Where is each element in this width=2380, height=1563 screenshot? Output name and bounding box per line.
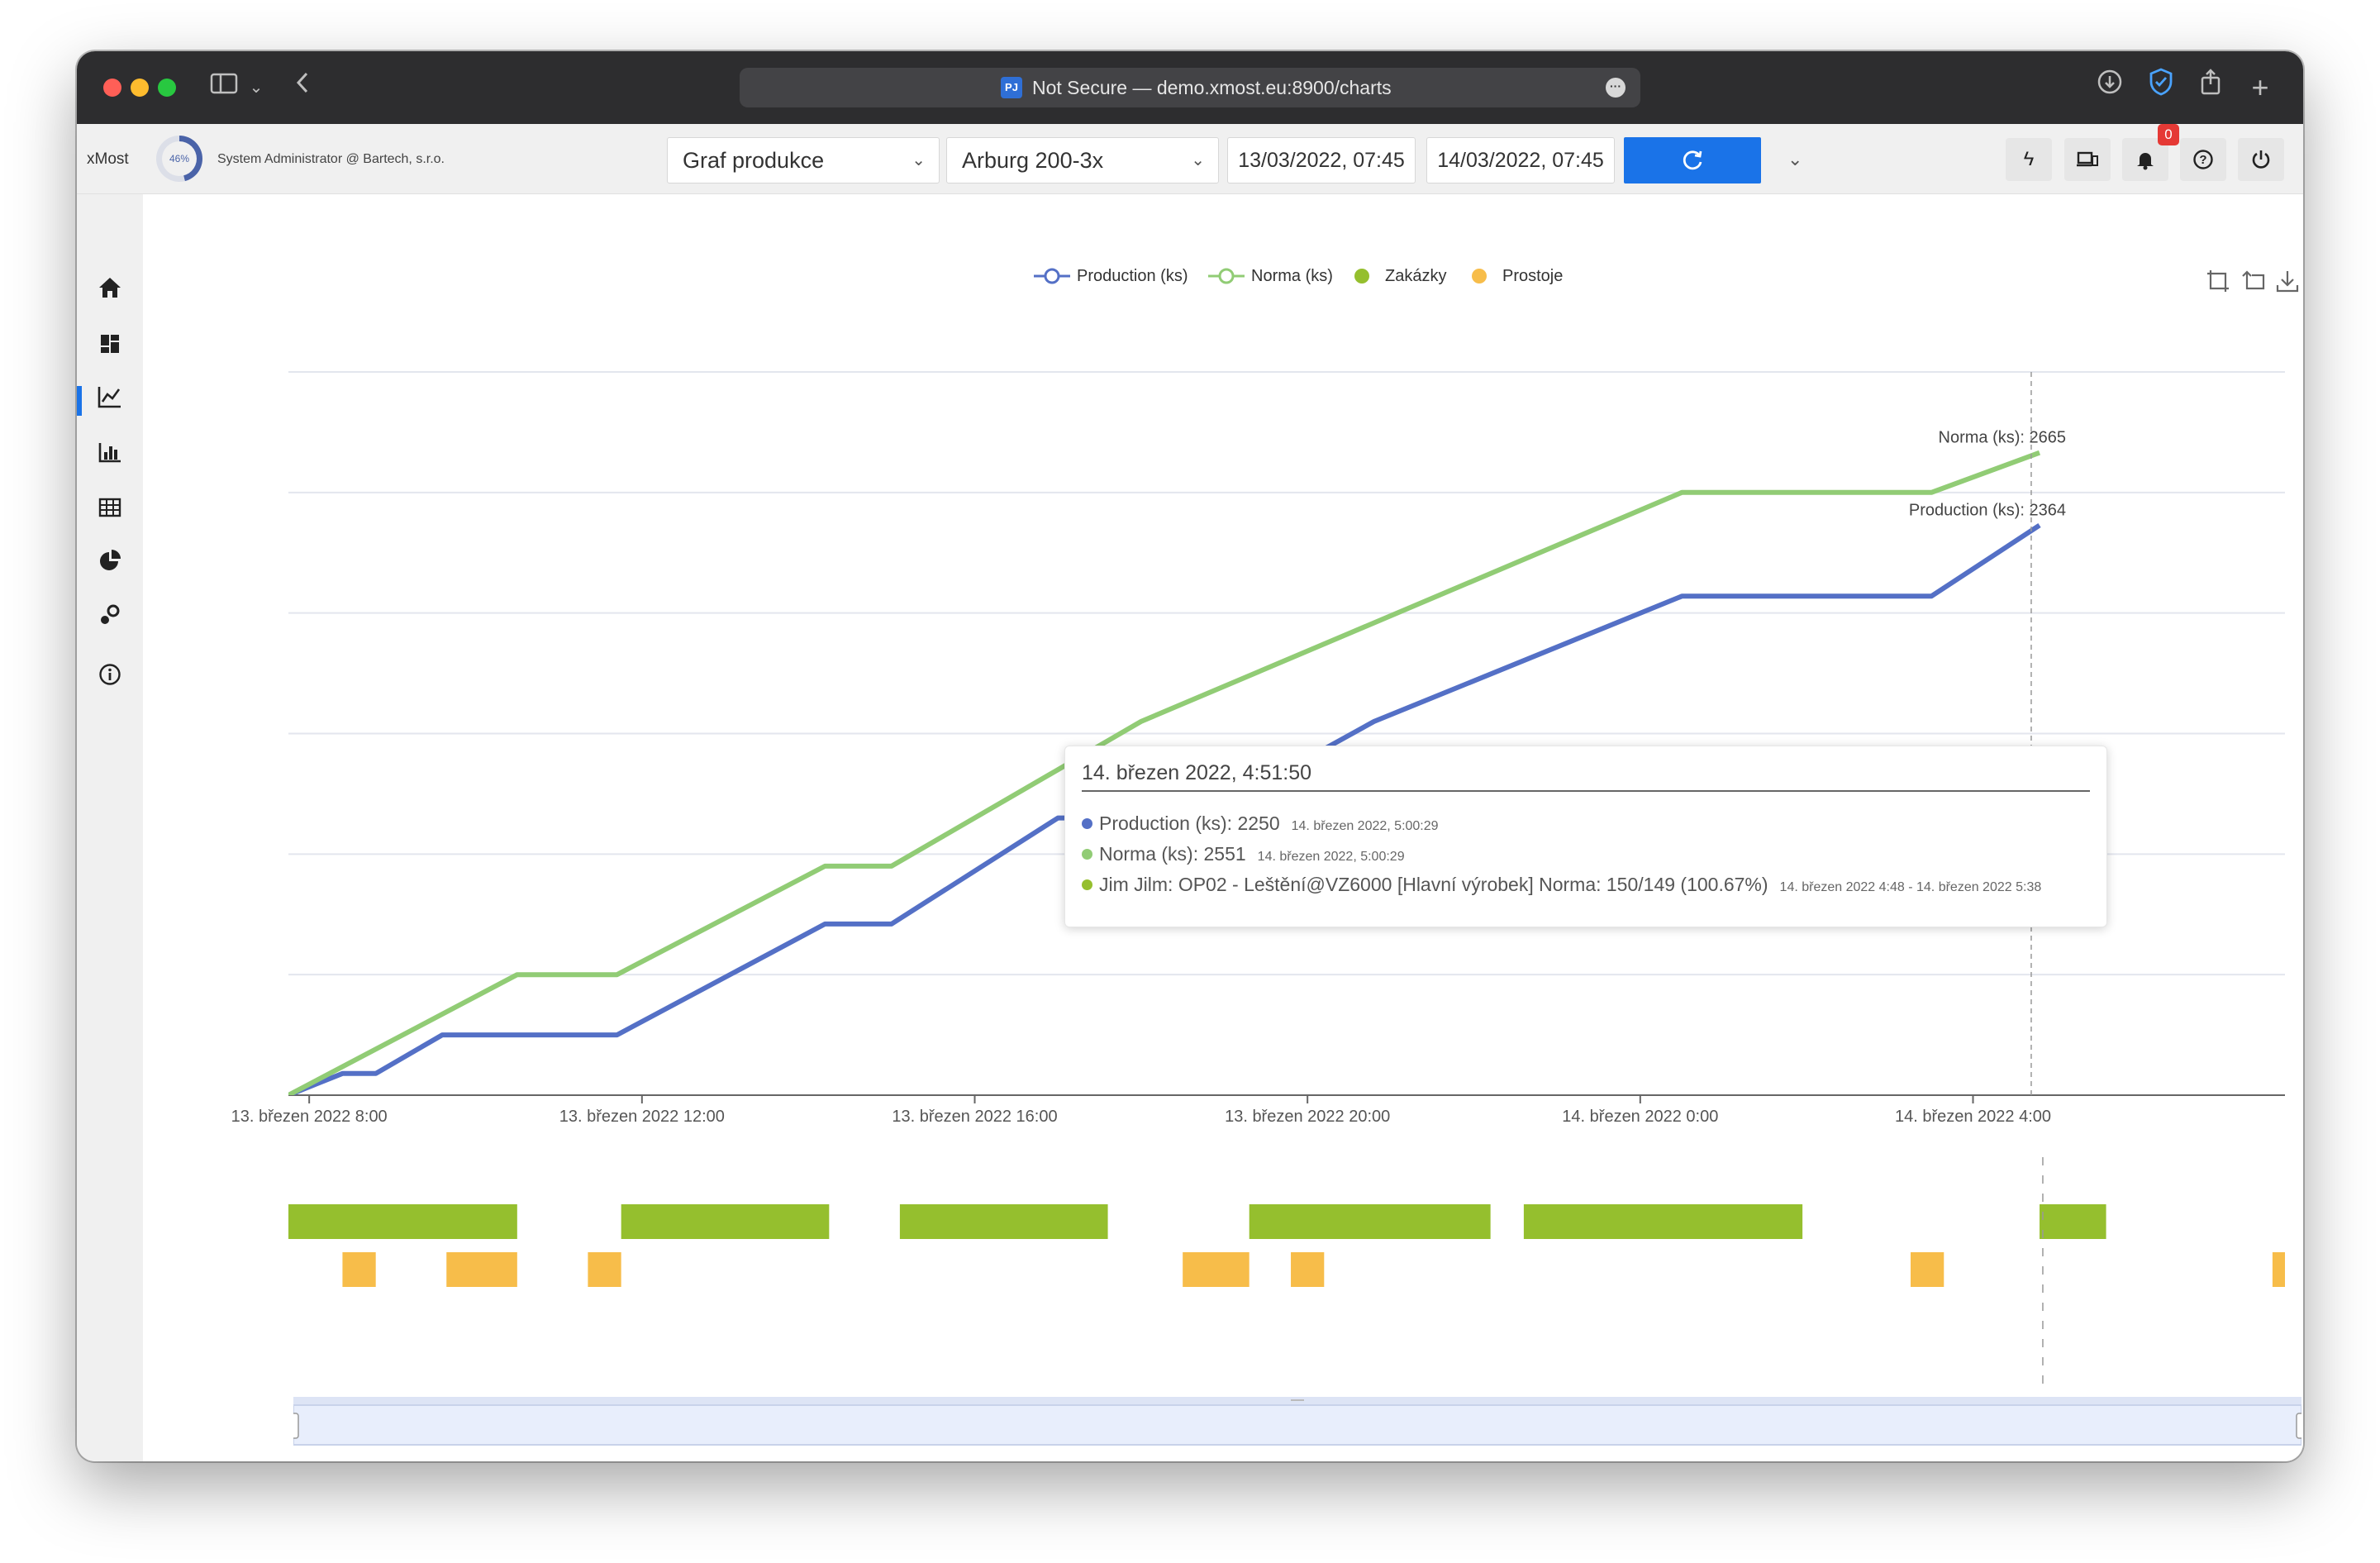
tooltip-row-text: Jim Jilm: OP02 - Leštění@VZ6000 [Hlavní … xyxy=(1099,874,1768,895)
order-bar xyxy=(1249,1204,1491,1239)
series-end-label: Norma (ks): 2665 xyxy=(1939,429,2067,447)
svg-text:?: ? xyxy=(2199,153,2206,167)
pie-chart-icon xyxy=(100,550,121,570)
x-tick-label: 13. březen 2022 8:00 xyxy=(231,1108,388,1126)
sidebar-item-home[interactable] xyxy=(77,267,143,317)
tooltip-row-production: Production (ks): 2250 14. březen 2022, 5:… xyxy=(1082,812,1439,835)
address-bar[interactable]: PJ Not Secure — demo.xmost.eu:8900/chart… xyxy=(740,68,1640,107)
gauge-label: 46% xyxy=(162,141,197,176)
share-icon[interactable] xyxy=(2194,68,2227,108)
order-bar xyxy=(1523,1204,1803,1239)
site-icon: PJ xyxy=(1001,77,1022,98)
browser-window: ⌄ PJ Not Secure — demo.xmost.eu:8900/cha… xyxy=(77,51,2303,1461)
more-options-chevron-icon[interactable]: ⌄ xyxy=(1787,149,1802,170)
sidebar-item-line-chart[interactable] xyxy=(77,376,143,426)
slider-right-handle[interactable] xyxy=(2296,1413,2303,1439)
refresh-button[interactable] xyxy=(1624,137,1761,183)
series-end-label: Production (ks): 2364 xyxy=(1909,502,2066,520)
sidebar-item-bar-chart[interactable] xyxy=(77,431,143,480)
sidebar-item-dashboard[interactable] xyxy=(77,322,143,371)
chart-type-select[interactable]: Graf produkce ⌄ xyxy=(667,137,940,183)
devices-icon[interactable] xyxy=(2064,138,2111,181)
shield-icon[interactable] xyxy=(2144,68,2178,108)
downtime-bar xyxy=(1911,1252,1944,1287)
settings-icon xyxy=(101,604,120,624)
line-chart-icon xyxy=(98,387,121,408)
order-bar xyxy=(621,1204,830,1239)
machine-select[interactable]: Arburg 200-3x ⌄ xyxy=(946,137,1219,183)
sidebar-item-settings[interactable] xyxy=(77,594,143,644)
chevron-down-icon: ⌄ xyxy=(1191,151,1205,169)
tooltip-divider xyxy=(1082,790,2090,792)
machine-value: Arburg 200-3x xyxy=(962,148,1104,173)
downtime-bar xyxy=(342,1252,376,1287)
utilization-gauge: 46% xyxy=(156,136,202,182)
x-tick-label: 14. březen 2022 4:00 xyxy=(1895,1108,2051,1126)
timeline-bars xyxy=(288,1204,2285,1287)
downtime-bar xyxy=(588,1252,621,1287)
tooltip-row-time: 14. březen 2022 4:48 - 14. březen 2022 5… xyxy=(1779,880,2042,894)
chart-type-value: Graf produkce xyxy=(683,148,825,173)
sidebar xyxy=(77,194,143,1461)
chart-grid xyxy=(288,371,2285,1096)
brand-logo: xMost xyxy=(87,150,129,168)
chart-tooltip: 14. březen 2022, 4:51:50 Production (ks)… xyxy=(1064,746,2107,927)
downloads-icon[interactable] xyxy=(2093,68,2126,107)
chevron-down-icon[interactable]: ⌄ xyxy=(246,68,266,107)
series-dot-icon xyxy=(1082,818,1092,829)
sidebar-item-table[interactable] xyxy=(77,485,143,535)
url-text: Not Secure — demo.xmost.eu:8900/charts xyxy=(1032,77,1392,98)
date-to-input[interactable]: 14/03/2022, 07:45 xyxy=(1426,137,1615,183)
tooltip-row-text: Production (ks): 2250 xyxy=(1099,812,1280,834)
x-tick-label: 13. březen 2022 16:00 xyxy=(892,1108,1057,1126)
downtime-bar xyxy=(2272,1252,2285,1287)
app-toolbar: xMost 46% System Administrator @ Bartech… xyxy=(77,124,2303,194)
downtime-bar xyxy=(1183,1252,1250,1287)
lightning-icon[interactable]: ϟ xyxy=(2006,138,2052,181)
sidebar-item-info[interactable] xyxy=(77,654,143,703)
x-tick-label: 13. březen 2022 20:00 xyxy=(1225,1108,1390,1126)
page-menu-icon[interactable]: ··· xyxy=(1606,78,1626,98)
x-tick-label: 13. březen 2022 12:00 xyxy=(559,1108,725,1126)
tooltip-row-norma: Norma (ks): 2551 14. březen 2022, 5:00:29 xyxy=(1082,843,1405,865)
slider-window[interactable] xyxy=(293,1404,2302,1446)
table-icon xyxy=(98,498,121,517)
info-icon xyxy=(99,664,121,685)
bar-chart-icon xyxy=(98,443,121,463)
sidebar-toggle-icon[interactable] xyxy=(207,68,240,107)
help-icon[interactable]: ? xyxy=(2180,138,2226,181)
chevron-down-icon: ⌄ xyxy=(912,151,926,169)
refresh-icon xyxy=(1683,150,1702,170)
downtime-bar xyxy=(446,1252,517,1287)
chart-panel: Production (ks) Norma (ks) Zakázky Prost… xyxy=(143,194,2303,1461)
browser-titlebar: ⌄ PJ Not Secure — demo.xmost.eu:8900/cha… xyxy=(77,51,2303,124)
minimize-window-button[interactable] xyxy=(131,79,149,97)
home-icon xyxy=(99,278,121,298)
x-tick-label: 14. březen 2022 0:00 xyxy=(1562,1108,1718,1126)
downtime-bar xyxy=(1291,1252,1325,1287)
close-window-button[interactable] xyxy=(103,79,121,97)
notification-count-badge: 0 xyxy=(2158,124,2179,145)
order-bar xyxy=(288,1204,517,1239)
tooltip-row-text: Norma (ks): 2551 xyxy=(1099,843,1246,865)
tooltip-row-zakazka: Jim Jilm: OP02 - Leštění@VZ6000 [Hlavní … xyxy=(1082,874,2041,896)
dashboard-icon xyxy=(101,335,119,353)
tooltip-row-time: 14. březen 2022, 5:00:29 xyxy=(1291,819,1439,833)
tooltip-title: 14. březen 2022, 4:51:50 xyxy=(1082,761,1312,784)
date-from-input[interactable]: 13/03/2022, 07:45 xyxy=(1227,137,1416,183)
new-tab-icon[interactable]: + xyxy=(2244,68,2277,107)
zoom-window-button[interactable] xyxy=(158,79,176,97)
x-axis: 13. březen 2022 8:00 13. březen 2022 12:0… xyxy=(231,1095,2051,1126)
series-dot-icon xyxy=(1082,849,1092,860)
slider-left-handle[interactable] xyxy=(289,1413,299,1439)
datazoom-slider[interactable] xyxy=(289,1395,2303,1446)
power-icon[interactable] xyxy=(2238,138,2284,181)
sidebar-item-pie-chart[interactable] xyxy=(77,540,143,589)
back-icon[interactable] xyxy=(290,68,315,107)
tooltip-row-time: 14. březen 2022, 5:00:29 xyxy=(1257,850,1405,864)
order-bar xyxy=(899,1204,1108,1239)
order-bar xyxy=(2040,1204,2106,1239)
series-dot-icon xyxy=(1082,879,1092,890)
user-label: System Administrator @ Bartech, s.r.o. xyxy=(217,152,445,166)
